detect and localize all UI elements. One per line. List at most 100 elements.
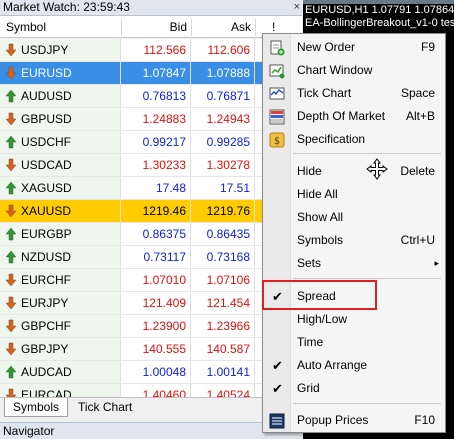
symbol-cell[interactable]: AUDUSD — [0, 85, 121, 107]
popup-prices-icon — [269, 413, 285, 429]
ask-price: 1.07106 — [191, 269, 255, 291]
symbol-name: XAUUSD — [21, 204, 72, 218]
navigator-title: Navigator — [3, 424, 55, 438]
symbol-name: GBPCHF — [21, 319, 72, 333]
new-order-icon — [269, 40, 285, 56]
arrow-up-icon — [5, 89, 17, 103]
table-row[interactable]: USDJPY 112.566 112.606 — [0, 39, 302, 62]
menu-item-grid[interactable]: ✔ Grid — [263, 377, 445, 400]
symbol-cell[interactable]: EURUSD — [0, 62, 121, 84]
context-menu: New Order F9 Chart Window Tick Chart Spa… — [262, 33, 446, 433]
symbol-cell[interactable]: AUDCAD — [0, 361, 121, 383]
table-row[interactable]: GBPCHF 1.23900 1.23966 — [0, 315, 302, 338]
arrow-up-icon — [5, 227, 17, 241]
symbol-cell[interactable]: GBPCHF — [0, 315, 121, 337]
bid-price: 17.48 — [121, 177, 191, 199]
table-row[interactable]: GBPJPY 140.555 140.587 — [0, 338, 302, 361]
arrow-down-icon — [5, 204, 17, 218]
table-row[interactable]: XAGUSD 17.48 17.51 — [0, 177, 302, 200]
arrow-up-icon — [5, 250, 17, 264]
symbol-cell[interactable]: EURCAD — [0, 384, 121, 397]
menu-item-label: Hide All — [297, 187, 338, 201]
table-row[interactable]: NZDUSD 0.73117 0.73168 — [0, 246, 302, 269]
market-watch-title: Market Watch: 23:59:43 — [3, 0, 130, 14]
menu-item-tick-chart[interactable]: Tick Chart Space — [263, 82, 445, 105]
chart-ea-label: EA-BollingerBreakout_v1-0 testing — [305, 17, 454, 29]
menu-item-label: Show All — [297, 210, 344, 224]
symbol-cell[interactable]: USDJPY — [0, 39, 121, 61]
arrow-down-icon — [5, 158, 17, 172]
menu-item-symbols[interactable]: Symbols Ctrl+U — [263, 229, 445, 252]
menu-item-shortcut: Delete — [400, 164, 435, 178]
menu-item-label: Depth Of Market — [297, 109, 386, 123]
table-row[interactable]: EURCHF 1.07010 1.07106 — [0, 269, 302, 292]
symbol-cell[interactable]: USDCAD — [0, 154, 121, 176]
table-row[interactable]: AUDCAD 1.00048 1.00141 — [0, 361, 302, 384]
bid-price: 121.409 — [121, 292, 191, 314]
bid-price: 1.30233 — [121, 154, 191, 176]
symbol-name: USDJPY — [21, 43, 69, 57]
ask-price: 17.51 — [191, 177, 255, 199]
menu-item-label: Popup Prices — [297, 413, 369, 427]
menu-item-high-low[interactable]: High/Low — [263, 308, 445, 331]
market-watch-tabs: Symbols Tick Chart — [0, 397, 302, 417]
symbol-cell[interactable]: GBPJPY — [0, 338, 121, 360]
table-row[interactable]: USDCAD 1.30233 1.30278 — [0, 154, 302, 177]
bid-price: 1.00048 — [121, 361, 191, 383]
menu-item-label: Chart Window — [297, 63, 373, 77]
submenu-arrow-icon: ▸ — [434, 258, 439, 268]
symbol-cell[interactable]: USDCHF — [0, 131, 121, 153]
symbol-name: NZDUSD — [21, 250, 71, 264]
menu-item-specification[interactable]: $ Specification — [263, 128, 445, 151]
menu-item-label: New Order — [297, 40, 356, 54]
menu-item-popup-prices[interactable]: Popup Prices F10 — [263, 409, 445, 432]
menu-item-label: Sets — [297, 256, 322, 270]
arrow-down-icon — [5, 342, 17, 356]
menu-item-new-order[interactable]: New Order F9 — [263, 36, 445, 59]
table-row[interactable]: EURCAD 1.40460 1.40524 — [0, 384, 302, 397]
symbol-cell[interactable]: XAUUSD — [0, 200, 121, 222]
menu-item-hide[interactable]: Hide Delete — [263, 160, 445, 183]
column-symbol[interactable]: Symbol — [6, 16, 46, 38]
ask-price: 1.40524 — [191, 384, 255, 397]
menu-item-show-all[interactable]: Show All — [263, 206, 445, 229]
symbol-cell[interactable]: EURJPY — [0, 292, 121, 314]
menu-item-auto-arrange[interactable]: ✔ Auto Arrange — [263, 354, 445, 377]
menu-item-time[interactable]: Time — [263, 331, 445, 354]
table-row[interactable]: USDCHF 0.99217 0.99285 — [0, 131, 302, 154]
tab-symbols[interactable]: Symbols — [4, 398, 69, 417]
symbol-cell[interactable]: EURCHF — [0, 269, 121, 291]
menu-item-sets[interactable]: Sets ▸ — [263, 252, 445, 275]
ask-price: 1.00141 — [191, 361, 255, 383]
market-watch-close-icon[interactable]: × — [294, 0, 300, 15]
ask-price: 0.73168 — [191, 246, 255, 268]
menu-item-shortcut: F10 — [414, 413, 435, 427]
column-divider[interactable] — [255, 19, 256, 36]
symbol-cell[interactable]: NZDUSD — [0, 246, 121, 268]
symbol-cell[interactable]: XAGUSD — [0, 177, 121, 199]
menu-item-depth-of-market[interactable]: Depth Of Market Alt+B — [263, 105, 445, 128]
bid-price: 1.07847 — [121, 62, 191, 84]
menu-item-chart-window[interactable]: Chart Window — [263, 59, 445, 82]
table-row[interactable]: EURJPY 121.409 121.454 — [0, 292, 302, 315]
symbol-cell[interactable]: EURGBP — [0, 223, 121, 245]
menu-item-shortcut: Space — [400, 86, 435, 100]
column-ask[interactable]: Ask — [191, 16, 251, 38]
symbol-list[interactable]: USDJPY 112.566 112.606 EURUSD 1.07847 1.07888… — [0, 39, 302, 397]
table-row[interactable]: GBPUSD 1.24883 1.24943 — [0, 108, 302, 131]
arrow-down-icon — [5, 112, 17, 126]
table-row[interactable]: EURGBP 0.86375 0.86435 — [0, 223, 302, 246]
tab-tick-chart[interactable]: Tick Chart — [70, 398, 140, 417]
column-bid[interactable]: Bid — [121, 16, 187, 38]
bid-price: 1.40460 — [121, 384, 191, 397]
table-row[interactable]: AUDUSD 0.76813 0.76871 — [0, 85, 302, 108]
table-row[interactable]: EURUSD 1.07847 1.07888 — [0, 62, 302, 85]
menu-item-hide-all[interactable]: Hide All — [263, 183, 445, 206]
arrow-down-icon — [5, 43, 17, 57]
table-row[interactable]: XAUUSD 1219.46 1219.76 — [0, 200, 302, 223]
bid-price: 0.86375 — [121, 223, 191, 245]
ask-price: 121.454 — [191, 292, 255, 314]
symbol-cell[interactable]: GBPUSD — [0, 108, 121, 130]
menu-separator — [293, 153, 441, 154]
chart-symbol-info: EURUSD,H1 1.07791 1.07864 1.0 — [305, 4, 454, 16]
